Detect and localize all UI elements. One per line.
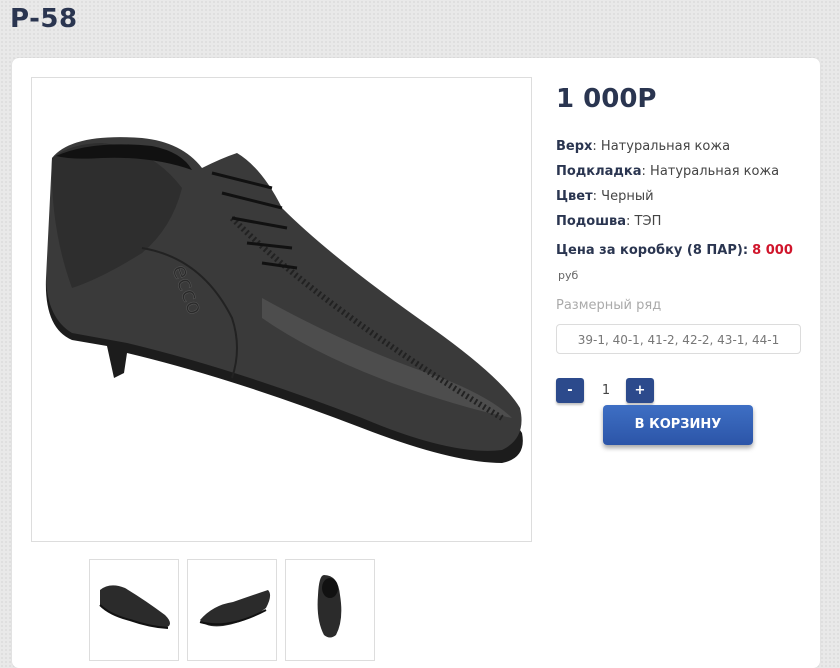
box-price-currency: руб (558, 269, 579, 282)
shoe-thumb-side-icon (99, 585, 170, 629)
spec-sole: Подошва: ТЭП (556, 209, 816, 234)
thumbnail-3[interactable] (285, 559, 375, 661)
spec-value: : Натуральная кожа (592, 139, 731, 154)
spec-value: : ТЭП (626, 214, 662, 229)
page-title: P-58 (10, 4, 78, 34)
box-price-value: 8 000 (752, 243, 793, 258)
box-price-label: Цена за коробку (8 ПАР): (556, 243, 749, 258)
product-info: 1 000Р Верх: Натуральная кожа Подкладка:… (556, 82, 816, 445)
quantity-stepper: - 1 + (556, 378, 816, 404)
box-price: Цена за коробку (8 ПАР): 8 000 руб (556, 238, 816, 288)
thumbnail-1[interactable] (89, 559, 179, 661)
spec-lining: Подкладка: Натуральная кожа (556, 159, 816, 184)
spec-label: Цвет (556, 189, 593, 204)
main-product-image[interactable]: ecco (31, 77, 532, 542)
spec-color: Цвет: Черный (556, 184, 816, 209)
shoe-image: ecco (45, 137, 523, 463)
qty-minus-button[interactable]: - (556, 378, 584, 403)
spec-label: Подкладка (556, 164, 642, 179)
qty-plus-button[interactable]: + (626, 378, 654, 403)
spec-upper: Верх: Натуральная кожа (556, 134, 816, 159)
size-range-label: Размерный ряд (556, 298, 662, 313)
spec-value: : Черный (592, 189, 654, 204)
shoe-thumb-angle-icon (199, 590, 271, 627)
add-to-cart-button[interactable]: В КОРЗИНУ (603, 405, 753, 445)
thumbnail-2[interactable] (187, 559, 277, 661)
spec-label: Верх (556, 139, 593, 154)
size-range-field[interactable]: 39-1, 40-1, 41-2, 42-2, 43-1, 44-1 (556, 324, 801, 354)
spec-label: Подошва (556, 214, 627, 229)
spec-value: : Натуральная кожа (641, 164, 780, 179)
product-price: 1 000Р (556, 84, 657, 114)
qty-input[interactable]: 1 (592, 378, 620, 403)
product-card: ecco 1 000Р Верх: Натуральная кожа Подкл… (12, 58, 820, 668)
shoe-thumb-top-icon (317, 575, 342, 638)
